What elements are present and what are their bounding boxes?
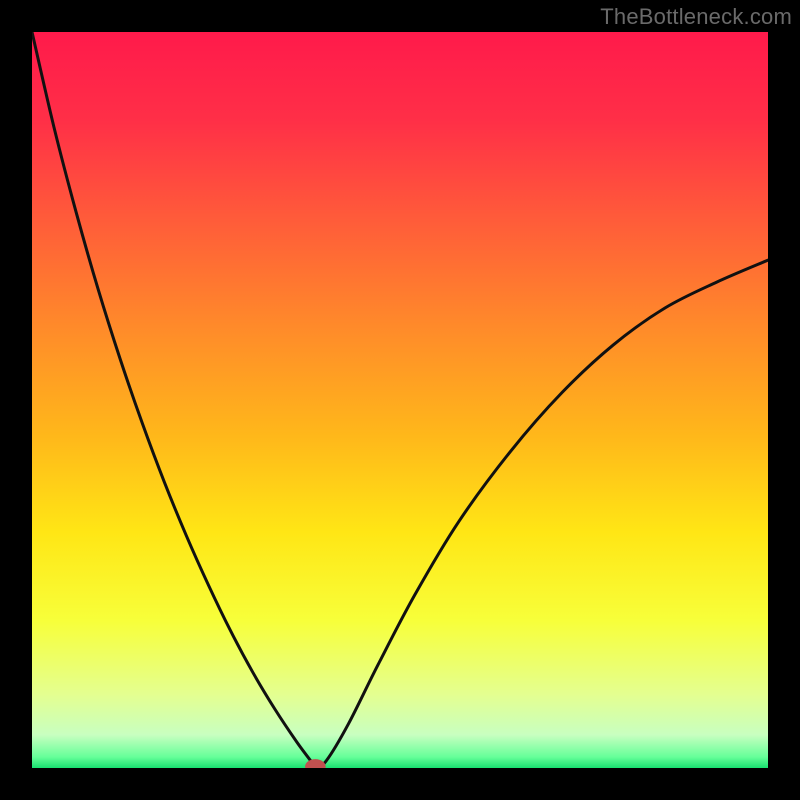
attribution-label: TheBottleneck.com bbox=[600, 4, 792, 30]
chart-svg bbox=[32, 32, 768, 768]
plot-area bbox=[32, 32, 768, 768]
chart-frame: TheBottleneck.com bbox=[0, 0, 800, 800]
gradient-background bbox=[32, 32, 768, 768]
